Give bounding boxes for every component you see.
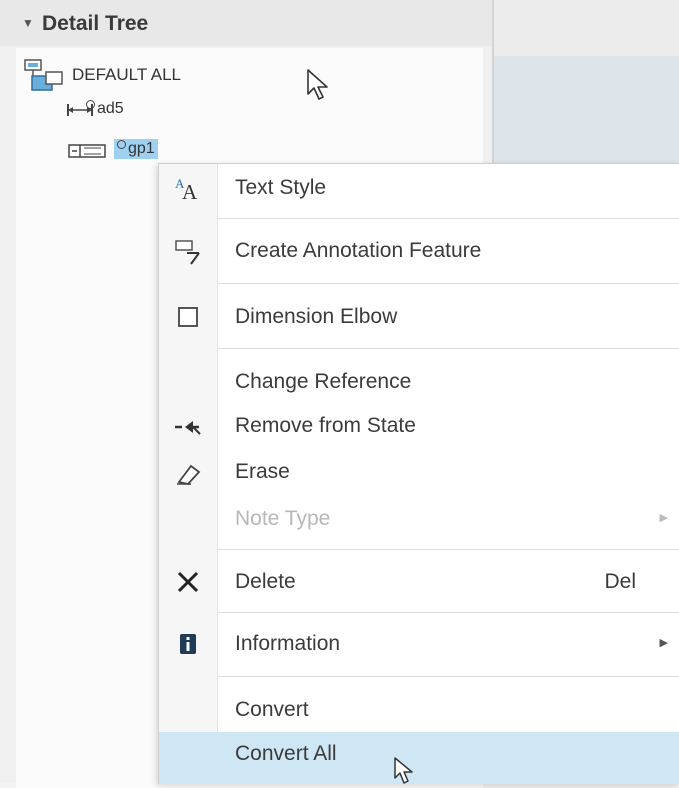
menu-item-label: Information <box>235 632 341 655</box>
circle-icon <box>117 140 126 149</box>
menu-item-label: Erase <box>235 460 290 483</box>
geometric-tolerance-icon <box>68 144 106 158</box>
tree-item-gp1-selected[interactable]: gp1 <box>114 139 158 159</box>
menu-separator <box>217 348 679 349</box>
menu-item-erase[interactable]: Erase <box>159 450 679 494</box>
circle-icon <box>86 100 95 109</box>
tree-root-default-all[interactable]: DEFAULT ALL <box>72 65 181 85</box>
menu-separator <box>217 283 679 284</box>
mouse-cursor-icon <box>307 69 328 100</box>
menu-item-label: Convert <box>235 698 309 721</box>
tree-root-icon <box>24 59 63 91</box>
submenu-arrow-icon: ▶ <box>659 637 668 649</box>
menu-item-note-type: Note Type ▶ <box>159 497 679 541</box>
info-icon <box>173 630 203 658</box>
menu-item-label: Delete <box>235 570 296 593</box>
menu-item-label: Create Annotation Feature <box>235 239 482 262</box>
menu-item-dimension-elbow[interactable]: Dimension Elbow <box>159 295 679 339</box>
menu-item-convert-all[interactable]: Convert All <box>159 732 679 784</box>
menu-item-label: Remove from State <box>235 414 416 437</box>
menu-item-label: Convert All <box>235 742 337 765</box>
context-menu: A A Text Style Create Annotation Feature… <box>158 163 679 784</box>
checkbox-icon <box>173 303 203 331</box>
menu-item-text-style[interactable]: A A Text Style <box>159 166 679 210</box>
menu-item-label: Change Reference <box>235 370 412 393</box>
menu-separator <box>217 612 679 613</box>
menu-item-remove-from-state[interactable]: Remove from State <box>159 404 679 448</box>
collapse-caret-icon[interactable]: ▼ <box>22 16 34 30</box>
menu-item-label: Text Style <box>235 176 327 199</box>
text-style-icon: A A <box>173 174 203 202</box>
menu-item-delete[interactable]: Delete Del <box>159 560 679 604</box>
tree-item-label: gp1 <box>128 140 155 157</box>
tree-item-ad5[interactable]: ad5 <box>86 100 124 118</box>
delete-x-icon <box>173 568 203 596</box>
mouse-cursor-icon <box>394 757 413 784</box>
submenu-arrow-icon: ▶ <box>659 512 668 524</box>
menu-separator <box>217 676 679 677</box>
annotation-feature-icon <box>173 237 203 265</box>
graphics-area-band <box>494 56 679 166</box>
menu-item-change-reference[interactable]: Change Reference <box>159 360 679 404</box>
menu-separator <box>217 218 679 219</box>
panel-header[interactable]: ▼ Detail Tree <box>0 0 492 46</box>
menu-item-convert[interactable]: Convert <box>159 688 679 732</box>
remove-arrow-icon <box>173 412 203 440</box>
menu-item-information[interactable]: Information ▶ <box>159 622 679 666</box>
svg-text:A: A <box>182 180 198 202</box>
menu-item-create-annotation-feature[interactable]: Create Annotation Feature <box>159 229 679 273</box>
menu-separator <box>217 549 679 550</box>
menu-item-label: Note Type <box>235 507 331 530</box>
menu-item-shortcut: Del <box>604 570 636 593</box>
panel-title: Detail Tree <box>42 12 149 35</box>
eraser-icon <box>173 458 203 486</box>
menu-item-label: Dimension Elbow <box>235 305 398 328</box>
tree-item-label: ad5 <box>97 100 124 117</box>
